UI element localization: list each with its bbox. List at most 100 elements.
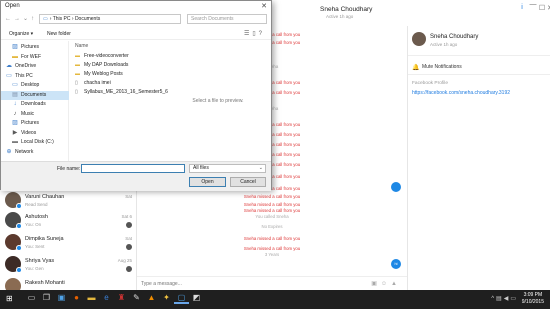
nav-item-downloads[interactable]: ↓ Downloads bbox=[1, 100, 69, 109]
network-icon[interactable]: ▤ bbox=[496, 296, 504, 302]
windows-start-icon[interactable]: ⊞ bbox=[6, 294, 13, 303]
sticker-icon[interactable]: ☺ bbox=[381, 281, 391, 287]
paint-icon[interactable]: ✦ bbox=[159, 293, 174, 302]
taskbar: ⊞ ▭ ❐ ▣ ● ▬ e ♜ ✎ ▲ ✦ ▢ ◩ ^▤◀▭ 3:09 PM 9/10/2015 bbox=[0, 290, 550, 309]
pictures-icon: ▨ bbox=[12, 120, 18, 126]
nav-item-label: For WEF bbox=[21, 53, 41, 60]
store-icon[interactable]: ▣ bbox=[54, 293, 69, 302]
contact-item[interactable]: Shriya Vyas You: Gen Aug 25 bbox=[0, 254, 136, 276]
preview-message: Select a file to preview. bbox=[192, 98, 244, 104]
folder-icon: ▬ bbox=[12, 53, 18, 60]
cancel-button[interactable]: Cancel bbox=[230, 177, 266, 187]
info-contact-status: Active 1h ago bbox=[430, 42, 458, 47]
navigation-arrows: ←→⌄↑ bbox=[5, 15, 37, 22]
info-icon[interactable]: i bbox=[517, 4, 527, 11]
file-explorer-icon[interactable]: ▬ bbox=[84, 293, 99, 302]
compose-actions[interactable]: ▣☺▲ bbox=[371, 280, 401, 287]
nav-item-onedrive[interactable]: ☁ OneDrive bbox=[1, 62, 69, 71]
taskbar-apps: ▭ ❐ ▣ ● ▬ e ♜ ✎ ▲ ✦ ▢ ◩ bbox=[24, 293, 204, 304]
file-row[interactable]: ▬ Free-videoconverter bbox=[75, 52, 163, 60]
nav-item-documents[interactable]: ▤ Documents bbox=[1, 90, 69, 100]
view-controls: ☰▯? bbox=[244, 30, 265, 37]
edge-icon[interactable]: e bbox=[99, 293, 114, 302]
nav-item-this-pc[interactable]: ▭ This PC bbox=[1, 72, 69, 81]
file-type-select[interactable]: All files ⌄ bbox=[189, 164, 266, 173]
nav-item-label: Local Disk (C:) bbox=[21, 139, 54, 145]
messenger-badge-icon bbox=[16, 245, 22, 251]
search-input[interactable]: Search Documents bbox=[187, 14, 267, 24]
file-row[interactable]: ▯ Syllabus_ME_2013_16_Semester5_6 bbox=[75, 88, 168, 96]
contact-snippet: You: On bbox=[25, 222, 42, 227]
message-input[interactable] bbox=[141, 280, 291, 288]
open-button[interactable]: Open bbox=[189, 177, 226, 187]
messenger-icon[interactable]: ▢ bbox=[174, 293, 189, 304]
nav-item-network[interactable]: ⊕ Network bbox=[1, 148, 69, 157]
address-bar[interactable]: ▭ › This PC › Documents bbox=[39, 14, 181, 24]
breadcrumb-item[interactable]: Documents bbox=[75, 16, 100, 22]
bell-icon[interactable]: 🔔 bbox=[412, 64, 419, 71]
contact-snippet: You: Sent bbox=[25, 244, 45, 249]
nav-item-pictures[interactable]: ▨ Pictures bbox=[1, 43, 69, 52]
document-icon: ▯ bbox=[75, 89, 78, 95]
file-name: My Weblog Posts bbox=[84, 71, 123, 77]
close-icon[interactable]: ✕ bbox=[261, 2, 267, 10]
clock[interactable]: 3:09 PM 9/10/2015 bbox=[522, 292, 544, 306]
app-icon[interactable]: ◩ bbox=[189, 293, 204, 302]
contact-item[interactable]: Varuni Chauhan Read Send Sat bbox=[0, 190, 136, 212]
image-icon[interactable]: ▣ bbox=[371, 281, 381, 287]
organize-menu[interactable]: Organize ▾ bbox=[9, 31, 33, 37]
nav-item-desktop[interactable]: ▭ Desktop bbox=[1, 81, 69, 90]
nav-item-label: This PC bbox=[15, 72, 33, 79]
seen-avatar-icon bbox=[126, 244, 132, 250]
call-log-meta: No Expires bbox=[261, 224, 283, 229]
divider bbox=[408, 74, 550, 75]
help-icon[interactable]: ? bbox=[259, 31, 265, 37]
task-view-icon[interactable]: ❐ bbox=[39, 293, 54, 302]
nav-item-music[interactable]: ♪ Music bbox=[1, 110, 69, 119]
contact-item[interactable]: Dimpika Suneja You: Sent Sat bbox=[0, 232, 136, 254]
nav-item-label: Downloads bbox=[21, 101, 46, 107]
preview-pane: Select a file to preview. bbox=[165, 41, 271, 161]
contact-item[interactable]: Ashutosh You: On Sat 6 bbox=[0, 210, 136, 232]
file-row[interactable]: ▬ My DAP Downloads bbox=[75, 61, 163, 69]
breadcrumb-item[interactable]: This PC bbox=[53, 16, 71, 22]
file-name-input[interactable] bbox=[81, 164, 185, 173]
facebook-profile-link[interactable]: https://facebook.com/sneha.choudhary.319… bbox=[412, 90, 510, 96]
firefox-icon[interactable]: ● bbox=[69, 293, 84, 302]
back-arrow-icon[interactable]: ← bbox=[5, 16, 14, 22]
forward-arrow-icon[interactable]: → bbox=[14, 16, 23, 22]
nav-item-pictures[interactable]: ▨ Pictures bbox=[1, 119, 69, 128]
file-list: Name ▬ Free-videoconverter ▬ My DAP Downloa… bbox=[71, 41, 168, 161]
nav-item-for-wef[interactable]: ▬ For WEF bbox=[1, 53, 69, 62]
nav-item-label: Documents bbox=[21, 91, 47, 98]
vlc-icon[interactable]: ▲ bbox=[144, 293, 159, 302]
mute-notifications-toggle[interactable]: Mute Notifications bbox=[422, 64, 462, 70]
cloud-icon: ☁ bbox=[6, 63, 12, 69]
pen-icon[interactable]: ✎ bbox=[129, 293, 144, 302]
file-row[interactable]: ▬ My Weblog Posts bbox=[75, 70, 163, 78]
missed-call-notice: Sneha missed a call from you bbox=[243, 194, 301, 199]
game-icon[interactable]: ♜ bbox=[114, 293, 129, 302]
file-row[interactable]: ▯ chacha imei bbox=[75, 79, 163, 87]
nav-item-label: Desktop bbox=[21, 82, 40, 88]
up-arrow-icon[interactable]: ↑ bbox=[31, 16, 37, 22]
seen-avatar-icon bbox=[126, 222, 132, 228]
messenger-badge-icon bbox=[16, 223, 22, 229]
videos-icon: ▶ bbox=[12, 129, 18, 136]
name-column-header[interactable]: Name bbox=[75, 43, 88, 49]
search-icon[interactable]: ▭ bbox=[24, 293, 39, 302]
nav-item-local-disk-c[interactable]: ▬ Local Disk (C:) bbox=[1, 138, 69, 147]
close-window-button[interactable]: ✕ bbox=[545, 4, 550, 12]
dialog-title: Open bbox=[5, 3, 20, 9]
conversation-title: Sneha Choudhary bbox=[320, 6, 373, 13]
info-contact-name: Sneha Choudhary bbox=[430, 34, 479, 40]
contact-name: Varuni Chauhan bbox=[25, 194, 65, 200]
chevron-down-icon[interactable]: ⌄ bbox=[23, 16, 31, 22]
music-icon: ♪ bbox=[13, 110, 17, 117]
new-folder-button[interactable]: New folder bbox=[47, 31, 71, 37]
message-bubble[interactable]: hi bbox=[391, 259, 401, 269]
like-icon[interactable]: ▲ bbox=[391, 281, 401, 287]
facebook-profile-label: Facebook Profile bbox=[412, 81, 448, 86]
notifications-icon[interactable]: ▭ bbox=[510, 296, 518, 302]
nav-item-videos[interactable]: ▶ Videos bbox=[1, 129, 69, 138]
